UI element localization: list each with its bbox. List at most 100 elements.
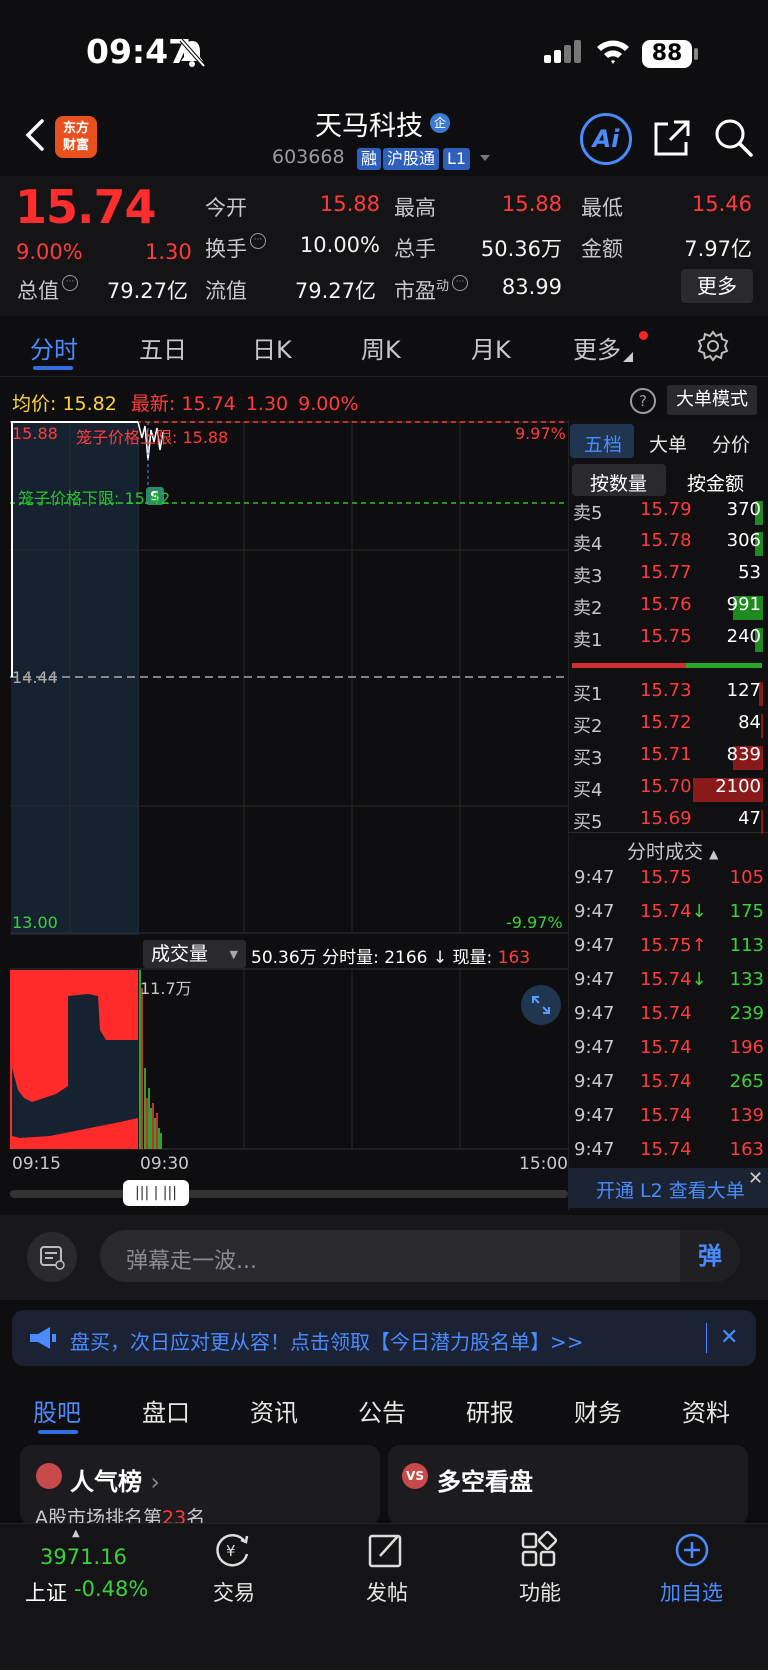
tick-volume: 175 (729, 901, 764, 922)
tab-forum[interactable]: 股吧 (33, 1393, 81, 1428)
volume-indicator-label: 成交量 (151, 943, 209, 965)
tick-time: 9:47 (574, 1139, 615, 1160)
volume-indicator-select[interactable]: 成交量 ▼ (143, 940, 246, 968)
danmu-settings-icon[interactable] (27, 1232, 77, 1282)
tab-daily-k[interactable]: 日K (252, 330, 292, 365)
post-icon[interactable] (366, 1530, 406, 1570)
tab-price-distribution[interactable]: 分价 (712, 430, 750, 457)
l2-banner-text[interactable]: 开通 L2 查看大单 (596, 1176, 745, 1203)
gear-icon[interactable] (697, 330, 729, 362)
more-quote-button[interactable]: 更多 (681, 269, 753, 303)
tick-row: 9:47 15.75↑ 113 (574, 935, 764, 965)
tick-price-value: 15.74 (640, 901, 692, 922)
close-icon[interactable]: ✕ (720, 1325, 738, 1350)
order-level-label: 买1 (573, 684, 603, 705)
order-price: 15.73 (640, 680, 692, 701)
promo-text[interactable]: 盘买，次日应对更从容！点击领取【今日潜力股名单】>> (70, 1326, 660, 1355)
tab-more[interactable]: 更多 (573, 330, 621, 365)
chevron-down-icon[interactable] (478, 153, 492, 163)
tab-order-book[interactable]: 盘口 (142, 1393, 190, 1428)
share-icon[interactable] (652, 118, 692, 158)
tab-intraday[interactable]: 分时 (30, 330, 78, 365)
tick-time: 9:47 (574, 867, 615, 888)
order-volume: 240 (726, 626, 761, 647)
tick-price: 15.75↑ (640, 935, 707, 956)
tick-volume: 239 (729, 1003, 764, 1024)
buy-row[interactable]: 买3 15.71 839 (573, 744, 763, 774)
chart-scroll-track[interactable] (10, 1190, 568, 1198)
expand-chart-button[interactable] (521, 985, 561, 1025)
tab-monthly-k[interactable]: 月K (471, 330, 511, 365)
nav-trade[interactable]: 交易 (213, 1577, 255, 1607)
tab-weekly-k[interactable]: 周K (361, 330, 401, 365)
tab-five-levels[interactable]: 五档 (584, 430, 622, 457)
danmu-send-button[interactable]: 弹 (680, 1230, 740, 1282)
tick-volume: 133 (729, 969, 764, 990)
tick-price: 15.74 (640, 1003, 692, 1024)
tab-finance[interactable]: 财务 (574, 1393, 622, 1428)
add-watchlist-icon[interactable] (672, 1530, 712, 1570)
divider (706, 1323, 707, 1353)
sell-row[interactable]: 卖1 15.75 240 (573, 626, 763, 656)
trade-icon[interactable]: ¥ (213, 1530, 253, 1570)
tab-research[interactable]: 研报 (466, 1393, 514, 1428)
order-level-label: 卖4 (573, 534, 603, 555)
sell-row[interactable]: 卖5 15.79 370 (573, 499, 763, 529)
danmu-icon-graphic (40, 1246, 65, 1270)
buy-row[interactable]: 买4 15.70 2100 (573, 776, 763, 806)
chart-mid-price: 14.44 (12, 668, 58, 687)
volume-stats: 50.36万 分时量: 2166 ↓ 现量: 163 (251, 943, 530, 968)
features-icon[interactable] (519, 1530, 559, 1570)
big-order-mode-button[interactable]: 大单模式 (667, 385, 757, 415)
tick-row: 9:47 15.74 265 (574, 1071, 764, 1101)
tab-big-orders[interactable]: 大单 (649, 430, 687, 457)
info-dots-icon[interactable]: ··· (250, 233, 266, 249)
info-dots-icon[interactable]: ··· (62, 275, 78, 291)
order-level-label: 买2 (573, 716, 603, 737)
order-volume: 47 (738, 808, 761, 829)
back-icon[interactable] (20, 115, 50, 155)
low-value: 15.46 (691, 192, 752, 216)
sell-row[interactable]: 卖3 15.77 53 (573, 562, 763, 592)
latest-label: 最新: (130, 393, 176, 415)
index-name[interactable]: 上证 (25, 1577, 67, 1607)
buy-row[interactable]: 买5 15.69 47 (573, 808, 763, 838)
app-logo[interactable]: 东方 财富 (55, 116, 97, 158)
order-price: 15.78 (640, 530, 692, 551)
tab-news[interactable]: 资讯 (250, 1393, 298, 1428)
tab-announcements[interactable]: 公告 (358, 1393, 406, 1428)
buy-row[interactable]: 买2 15.72 84 (573, 712, 763, 742)
tick-row: 9:47 15.75 105 (574, 867, 764, 897)
search-icon[interactable] (712, 116, 754, 158)
order-volume: 53 (738, 562, 761, 583)
latest-pct: 9.00% (298, 393, 359, 415)
subtab-by-amount[interactable]: 按金额 (687, 469, 744, 496)
tab-five-day[interactable]: 五日 (139, 330, 187, 365)
index-change[interactable]: -0.48% (74, 1577, 148, 1601)
change-amount: 1.30 (145, 240, 192, 264)
order-price: 15.71 (640, 744, 692, 765)
ticks-title[interactable]: 分时成交 ▲ (627, 837, 718, 864)
close-icon[interactable]: ✕ (748, 1168, 763, 1189)
help-icon[interactable]: ? (630, 388, 656, 414)
ai-button[interactable]: Ai (580, 113, 632, 165)
notification-dot (639, 331, 648, 340)
nav-add-watchlist[interactable]: 加自选 (660, 1577, 723, 1607)
sell-row[interactable]: 卖2 15.76 991 (573, 594, 763, 624)
sell-row[interactable]: 卖4 15.78 306 (573, 530, 763, 560)
high-value: 15.88 (501, 192, 562, 216)
subtab-by-quantity[interactable]: 按数量 (590, 469, 647, 496)
index-value[interactable]: 3971.16 (40, 1545, 127, 1569)
buy-row[interactable]: 买1 15.73 127 (573, 680, 763, 710)
chart-scroll-handle[interactable]: ||| | ||| (123, 1180, 189, 1206)
turnover-value: 10.00% (299, 233, 380, 257)
tick-row: 9:47 15.74 239 (574, 1003, 764, 1033)
tab-profile[interactable]: 资料 (682, 1393, 730, 1428)
volume-chart[interactable] (10, 968, 568, 1150)
tick-price-value: 15.75 (640, 867, 692, 888)
nav-post[interactable]: 发帖 (366, 1577, 408, 1607)
tick-volume: 113 (729, 935, 764, 956)
avg-label: 均价: (12, 393, 57, 415)
nav-features[interactable]: 功能 (519, 1577, 561, 1607)
order-price: 15.70 (640, 776, 692, 797)
